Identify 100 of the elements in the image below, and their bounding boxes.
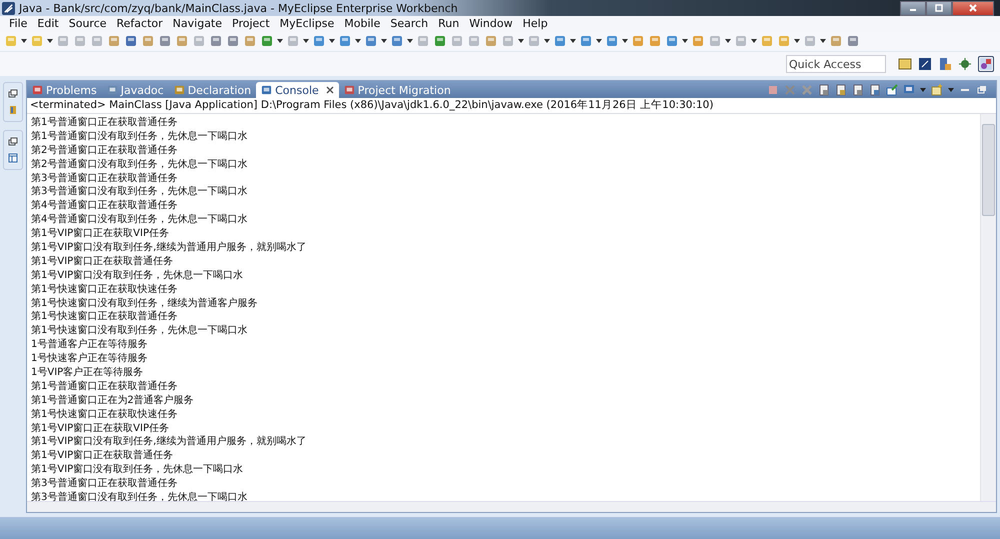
console-line: 第1号快速窗口正在获取快速任务 (31, 282, 178, 297)
open-perspective-icon[interactable] (898, 57, 912, 71)
tab-icon (32, 84, 43, 96)
menu-item[interactable]: Search (385, 17, 434, 30)
dropdown-caret-icon[interactable] (570, 39, 576, 43)
menu-item[interactable]: Navigate (168, 17, 228, 30)
package-explorer-icon[interactable] (8, 105, 18, 115)
close-icon[interactable] (326, 86, 334, 94)
console-line: 1号普通客户正在等待服务 (31, 338, 148, 352)
console-line: 第1号普通窗口正在获取普通任务 (31, 116, 178, 130)
menu-item[interactable]: Help (518, 17, 553, 30)
dropdown-caret-icon[interactable] (47, 39, 53, 43)
dropdown-caret-icon[interactable] (622, 39, 628, 43)
view-tab[interactable]: Javadoc (102, 82, 169, 98)
dropdown-caret-icon[interactable] (751, 39, 757, 43)
vertical-scrollbar[interactable] (980, 114, 996, 501)
console-line: 第3号普通窗口正在获取普通任务 (31, 477, 178, 492)
maximize-button[interactable] (926, 0, 952, 16)
maximize-icon[interactable] (976, 84, 988, 96)
console-line: 第2号普通窗口正在获取普通任务 (31, 144, 178, 158)
view-tab[interactable]: Problems (27, 82, 102, 98)
menu-item[interactable]: Edit (32, 17, 64, 30)
menu-item[interactable]: File (4, 17, 32, 30)
dropdown-caret-icon[interactable] (544, 39, 550, 43)
tab-icon (261, 84, 272, 96)
menu-item[interactable]: Refactor (112, 17, 168, 30)
tab-icon (174, 84, 185, 96)
close-button[interactable] (952, 0, 994, 16)
dropdown-caret-icon[interactable] (948, 88, 954, 92)
toolbar-icon[interactable] (158, 34, 172, 48)
restore-icon[interactable] (8, 137, 18, 147)
dropdown-caret-icon[interactable] (518, 39, 524, 43)
console-line: 第1号VIP窗口正在获取VIP任务 (31, 422, 170, 436)
console-line: 第1号快速窗口没有取到任务，先休息一下喝口水 (31, 324, 248, 338)
dropdown-caret-icon[interactable] (329, 39, 335, 43)
console-tool-icon[interactable] (818, 84, 830, 96)
console-line: 1号VIP客户正在等待服务 (31, 366, 144, 380)
terminate-icon[interactable] (767, 84, 779, 96)
menu-item[interactable]: MyEclipse (274, 17, 340, 30)
close-icon (968, 3, 978, 13)
toolbar-icon[interactable] (433, 34, 447, 48)
menu-item[interactable]: Run (433, 17, 464, 30)
toolbar-icon[interactable] (141, 34, 155, 48)
perspective-icon[interactable] (918, 57, 932, 71)
view-tab[interactable]: Project Migration (338, 82, 456, 98)
dropdown-caret-icon[interactable] (407, 39, 413, 43)
console-line: 第1号普通窗口正在为2普通客户服务 (31, 394, 195, 408)
java-perspective-icon[interactable] (978, 56, 994, 72)
toolbar-icon[interactable] (209, 34, 223, 48)
menu-item[interactable]: Project (227, 17, 275, 30)
console-line: 第1号普通窗口正在获取普通任务 (31, 380, 178, 394)
console-line: 第1号VIP窗口没有取到任务,继续为普通用户服务，就别喝水了 (31, 241, 308, 255)
minimize-button[interactable] (900, 0, 926, 16)
toolbar-icon[interactable] (107, 34, 121, 48)
console-line: 第1号快速窗口正在获取普通任务 (31, 310, 178, 324)
menu-item[interactable]: Window (464, 17, 518, 30)
console-header: <terminated> MainClass [Java Application] D:\Program Files (x86)\Java\jdk1.6.0_22\bin\javaw.exe (2016年11月26日 上午10:30:10) (27, 98, 996, 114)
toolbar-icon[interactable] (175, 34, 189, 48)
menu-item[interactable]: Source (64, 17, 112, 30)
dropdown-caret-icon[interactable] (794, 39, 800, 43)
console-line: 第1号VIP窗口没有取到任务，先休息一下喝口水 (31, 463, 244, 478)
toolbar-icon[interactable] (124, 34, 138, 48)
dropdown-caret-icon[interactable] (303, 39, 309, 43)
console-tool-icon[interactable] (852, 84, 864, 96)
dropdown-caret-icon[interactable] (820, 39, 826, 43)
open-console-icon[interactable] (886, 84, 898, 96)
toolbar-icon[interactable] (846, 34, 860, 48)
view-tab[interactable]: Console (256, 82, 339, 98)
new-console-icon[interactable] (931, 84, 943, 96)
toolbar-icon[interactable] (484, 34, 498, 48)
console-tool-icon[interactable] (869, 84, 881, 96)
console-line: 第4号普通窗口正在获取普通任务 (31, 199, 178, 214)
dropdown-caret-icon[interactable] (277, 39, 283, 43)
dropdown-caret-icon[interactable] (920, 88, 926, 92)
perspective-icon[interactable] (938, 57, 952, 71)
console-line: 第3号普通窗口没有取到任务，先休息一下喝口水 (31, 185, 248, 200)
window-title: Java - Bank/src/com/zyq/bank/MainClass.java - MyEclipse Enterprise Workbench (19, 2, 458, 14)
console-tool-icon[interactable] (835, 84, 847, 96)
dropdown-caret-icon[interactable] (596, 39, 602, 43)
display-console-icon[interactable] (903, 84, 915, 96)
toolbar-icon[interactable] (648, 34, 662, 48)
console-line: 第1号VIP窗口正在获取VIP任务 (31, 227, 170, 242)
console-line: 第2号普通窗口没有取到任务，先休息一下喝口水 (31, 158, 248, 172)
view-tab[interactable]: Declaration (168, 82, 256, 98)
dropdown-caret-icon[interactable] (381, 39, 387, 43)
console-line: 第3号普通窗口正在获取普通任务 (31, 172, 178, 186)
quick-access-field[interactable]: Quick Access (787, 56, 885, 72)
console-line: 第1号VIP窗口正在获取普通任务 (31, 254, 174, 269)
horizontal-scrollbar[interactable] (27, 501, 996, 512)
dropdown-caret-icon[interactable] (682, 39, 688, 43)
console-line: 1号快速客户正在等待服务 (31, 352, 148, 366)
dropdown-caret-icon[interactable] (725, 39, 731, 43)
dropdown-caret-icon[interactable] (355, 39, 361, 43)
menu-item[interactable]: Mobile (339, 17, 386, 30)
outline-icon[interactable] (8, 153, 18, 163)
toolbar-icon[interactable] (226, 34, 240, 48)
console-line: 第1号VIP窗口没有取到任务，先休息一下喝口水 (31, 268, 244, 283)
restore-icon[interactable] (8, 89, 18, 99)
dropdown-caret-icon[interactable] (21, 39, 27, 43)
toolbar-icon[interactable] (243, 34, 257, 48)
